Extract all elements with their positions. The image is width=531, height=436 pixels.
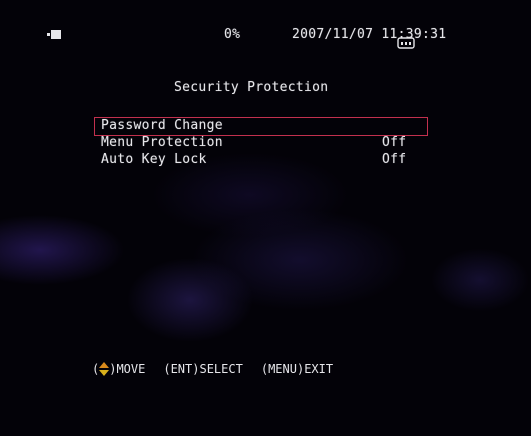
menu-item-label: Password Change xyxy=(101,118,223,133)
security-menu: Password Change Menu Protection Off Auto… xyxy=(94,117,428,169)
menu-item-auto-key-lock[interactable]: Auto Key Lock Off xyxy=(95,152,427,169)
camera-icon xyxy=(397,37,415,49)
hint-exit: (MENU)EXIT xyxy=(260,362,334,376)
menu-item-menu-protection[interactable]: Menu Protection Off xyxy=(95,135,427,152)
osd-screen: 0% 2007/11/07 11:39:31 Security Protecti… xyxy=(0,0,531,436)
hint-select: (ENT)SELECT xyxy=(163,362,243,376)
page-title: Security Protection xyxy=(174,80,329,95)
date-time: 2007/11/07 11:39:31 xyxy=(292,27,447,42)
menu-item-value: Off xyxy=(382,135,407,150)
hint-move-open: ( xyxy=(92,362,100,376)
menu-item-value: Off xyxy=(382,152,407,167)
menu-item-password-change[interactable]: Password Change xyxy=(94,117,428,136)
menu-item-label: Auto Key Lock xyxy=(101,152,207,167)
menu-item-label: Menu Protection xyxy=(101,135,223,150)
key-hints: ( )MOVE (ENT)SELECT (MENU)EXIT xyxy=(92,361,333,377)
progress-percent: 0% xyxy=(224,27,241,42)
up-down-arrow-icon xyxy=(99,362,110,376)
battery-icon xyxy=(47,30,61,39)
hint-move: )MOVE xyxy=(109,362,146,376)
